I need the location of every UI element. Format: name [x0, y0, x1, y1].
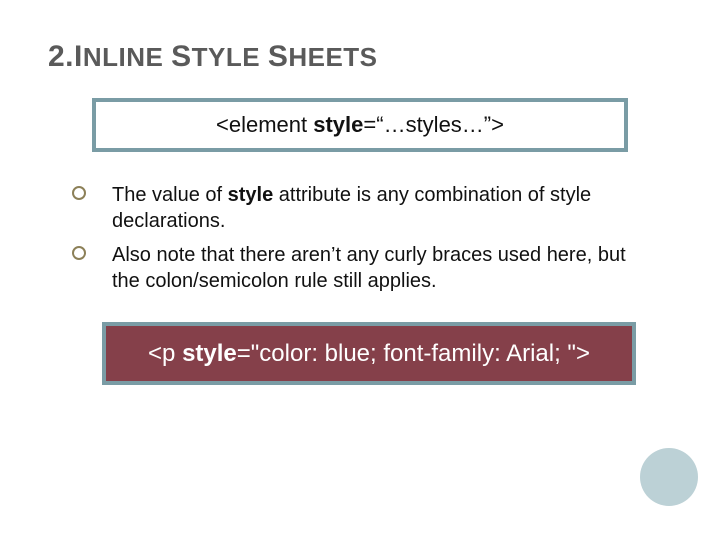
- syntax-box: <element style=“…styles…”>: [92, 98, 628, 152]
- syntax-suffix: =“…styles…”>: [363, 112, 504, 137]
- list-item: The value of style attribute is any comb…: [72, 182, 672, 234]
- list-item: Also note that there aren’t any curly br…: [72, 242, 672, 294]
- example-attr: style: [182, 340, 237, 367]
- bullet-text: The value of style attribute is any comb…: [112, 182, 652, 234]
- bullet-text: Also note that there aren’t any curly br…: [112, 242, 652, 294]
- syntax-prefix: <element: [216, 112, 313, 137]
- example-value: ="color: blue; font-family: Arial; ">: [237, 340, 590, 367]
- bullet-icon: [72, 186, 86, 200]
- syntax-attr: style: [313, 112, 363, 137]
- slide-title: 2.INLINE STYLE SHEETS: [48, 40, 672, 74]
- example-prefix: <p: [148, 340, 182, 367]
- bullet-list: The value of style attribute is any comb…: [72, 182, 672, 294]
- bullet-icon: [72, 246, 86, 260]
- decorative-circle-icon: [640, 448, 698, 506]
- example-box: <p style="color: blue; font-family: Aria…: [102, 322, 636, 385]
